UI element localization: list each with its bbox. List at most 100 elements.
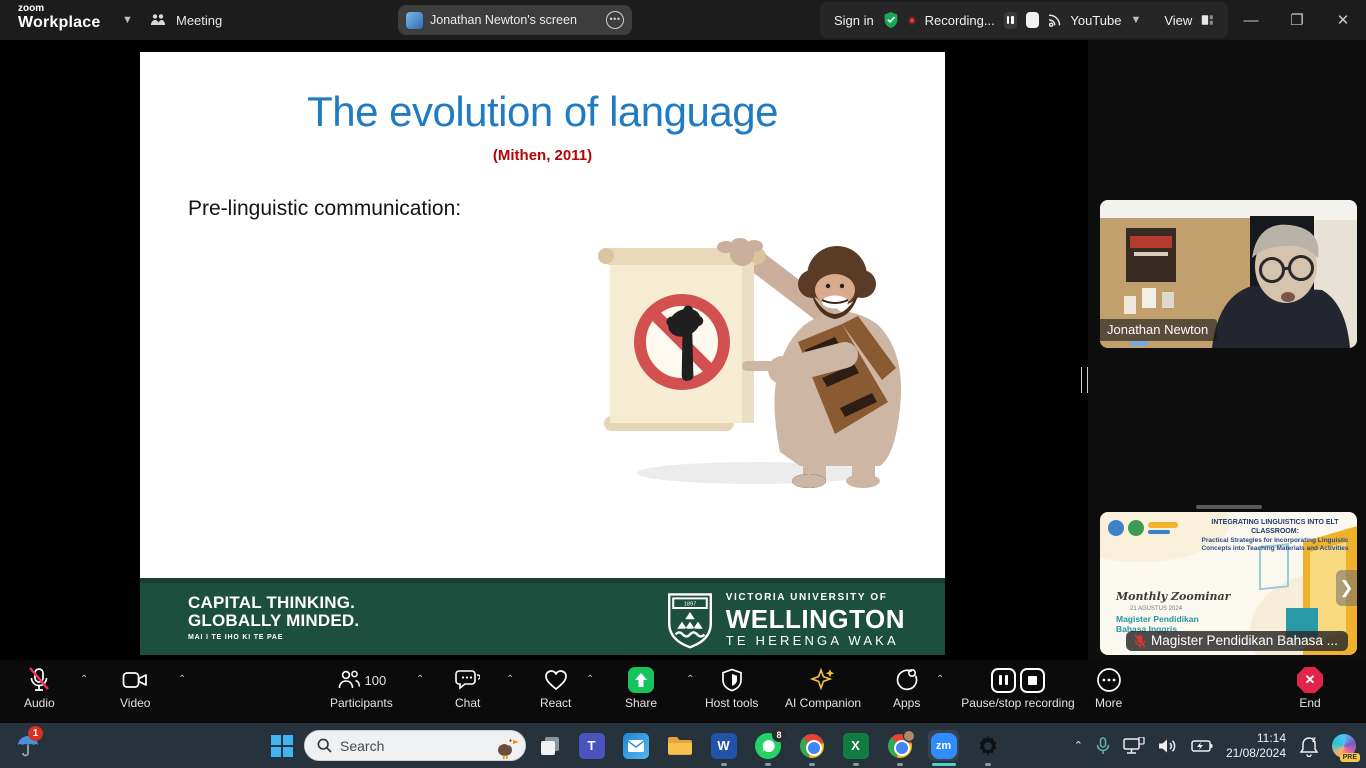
profile-avatar (903, 730, 915, 742)
close-button[interactable]: ✕ (1320, 0, 1366, 40)
tray-date: 21/08/2024 (1226, 746, 1286, 761)
chrome-profile-app-icon[interactable] (886, 732, 913, 759)
participant-name-label: Jonathan Newton (1107, 322, 1208, 337)
notification-badge: 1 (28, 726, 43, 741)
file-explorer-icon[interactable] (666, 732, 693, 759)
whatsapp-badge: 8 (772, 728, 786, 742)
university-shield-logo: 1897 (666, 591, 714, 649)
caveman-illustration (590, 220, 920, 490)
pause-recording-button[interactable] (1004, 12, 1017, 29)
excel-app-icon[interactable]: X (842, 732, 869, 759)
active-app-indicator (932, 763, 956, 766)
share-label: Share (625, 696, 657, 710)
pause-stop-recording-button[interactable]: Pause/stop recording (948, 667, 1088, 710)
chevron-down-icon[interactable]: ▼ (122, 14, 133, 26)
window-titlebar: zoom Workplace ▼ Meeting Jonathan Newton… (0, 0, 1366, 40)
chevron-down-icon[interactable]: ▼ (1130, 14, 1141, 26)
tab-meeting[interactable]: Meeting (150, 0, 222, 40)
university-name-line3: TE HERENGA WAKA (726, 634, 905, 647)
search-input[interactable]: Search (304, 730, 526, 761)
apps-options-chevron[interactable]: ⌃ (936, 674, 944, 685)
stop-recording-icon[interactable] (1020, 668, 1045, 693)
end-meeting-icon: ✕ (1297, 667, 1323, 693)
view-layout-icon[interactable] (1201, 13, 1214, 27)
svg-text:1897: 1897 (683, 602, 695, 608)
university-name-line1: VICTORIA UNIVERSITY OF (726, 593, 905, 603)
copilot-icon[interactable]: PRE (1332, 734, 1356, 758)
live-stream-icon (1048, 12, 1061, 28)
tray-mic-icon[interactable] (1096, 737, 1110, 755)
running-indicator (853, 763, 859, 766)
apps-button[interactable]: Apps (893, 667, 920, 710)
teams-app-icon[interactable]: T (578, 732, 605, 759)
view-button[interactable]: View (1164, 13, 1192, 28)
participant-video-magister[interactable]: INTEGRATING LINGUISTICS INTO ELT CLASSRO… (1100, 512, 1357, 655)
recording-controls-label: Pause/stop recording (961, 696, 1074, 710)
video-strip-drag-handle[interactable] (1196, 505, 1262, 509)
heart-icon (544, 669, 568, 691)
more-label: More (1095, 696, 1122, 710)
search-icon (317, 738, 332, 753)
chat-button[interactable]: Chat (455, 667, 480, 710)
maximize-button[interactable]: ❐ (1274, 0, 1320, 40)
host-tools-label: Host tools (705, 696, 758, 710)
muted-mic-icon (27, 667, 51, 693)
chat-options-chevron[interactable]: ⌃ (506, 674, 514, 685)
security-shield-icon[interactable] (883, 9, 899, 31)
zoom-control-toolbar: Audio ⌃ Video ⌃ 100 Participants ⌃ Chat … (0, 660, 1366, 723)
video-button[interactable]: Video (120, 667, 150, 710)
audio-options-chevron[interactable]: ⌃ (80, 674, 88, 685)
shared-screen-label: Jonathan Newton's screen (430, 13, 599, 27)
more-ellipsis-icon (1096, 667, 1122, 693)
participants-options-chevron[interactable]: ⌃ (416, 674, 424, 685)
banner-tagline-1: CAPITAL THINKING. (188, 594, 359, 612)
participant-video-jonathan-newton[interactable]: Jonathan Newton (1100, 200, 1357, 348)
react-button[interactable]: React (540, 667, 571, 710)
participants-icon (150, 13, 168, 27)
next-videos-arrow[interactable]: ❯ (1336, 570, 1357, 606)
sign-in-button[interactable]: Sign in (834, 13, 874, 28)
cast-display-icon[interactable] (1123, 737, 1145, 755)
minimize-button[interactable]: — (1228, 0, 1274, 40)
notification-bell-icon[interactable]: z (1299, 735, 1319, 757)
ai-companion-button[interactable]: AI Companion (785, 667, 861, 710)
more-options-icon[interactable]: ••• (606, 11, 624, 29)
start-button[interactable] (268, 732, 295, 759)
recording-status-label: Recording... (925, 13, 995, 28)
end-label: End (1299, 696, 1320, 710)
video-options-chevron[interactable]: ⌃ (178, 674, 186, 685)
word-app-icon[interactable]: W (710, 732, 737, 759)
participants-label: Participants (330, 696, 393, 710)
pause-recording-icon[interactable] (991, 668, 1016, 693)
participant-name-label: Magister Pendidikan Bahasa ... (1151, 633, 1338, 648)
svg-text:z: z (1312, 735, 1316, 744)
share-options-chevron[interactable]: ⌃ (686, 674, 694, 685)
stop-recording-button[interactable] (1026, 12, 1039, 28)
shared-screen-pill[interactable]: Jonathan Newton's screen ••• (398, 5, 632, 35)
battery-icon[interactable] (1191, 739, 1213, 753)
react-label: React (540, 696, 571, 710)
end-button[interactable]: ✕ End (1297, 667, 1323, 710)
poster-event-name: Monthly Zoominar (1116, 590, 1230, 603)
panel-resize-handle[interactable] (1081, 367, 1088, 393)
chrome-app-icon[interactable] (798, 732, 825, 759)
participants-button[interactable]: 100 Participants (330, 667, 393, 710)
zoom-app-icon[interactable]: zm (928, 730, 959, 761)
audio-button[interactable]: Audio (24, 667, 55, 710)
host-tools-button[interactable]: Host tools (705, 667, 758, 710)
camera-icon (122, 670, 148, 690)
task-view-icon[interactable] (536, 732, 563, 759)
slide-citation: (Mithen, 2011) (140, 147, 945, 164)
volume-icon[interactable] (1158, 738, 1178, 754)
participants-count: 100 (365, 673, 387, 688)
react-options-chevron[interactable]: ⌃ (586, 674, 594, 685)
mail-app-icon[interactable] (622, 732, 649, 759)
youtube-stream-label[interactable]: YouTube (1070, 13, 1121, 28)
clock[interactable]: 11:14 21/08/2024 (1226, 731, 1286, 761)
tray-expand-chevron[interactable]: ⌃ (1074, 739, 1083, 752)
search-highlight-bird-icon[interactable] (493, 733, 519, 759)
settings-app-icon[interactable] (974, 732, 1001, 759)
more-button[interactable]: More (1095, 667, 1122, 710)
running-indicator (897, 763, 903, 766)
share-button[interactable]: Share (625, 667, 657, 710)
